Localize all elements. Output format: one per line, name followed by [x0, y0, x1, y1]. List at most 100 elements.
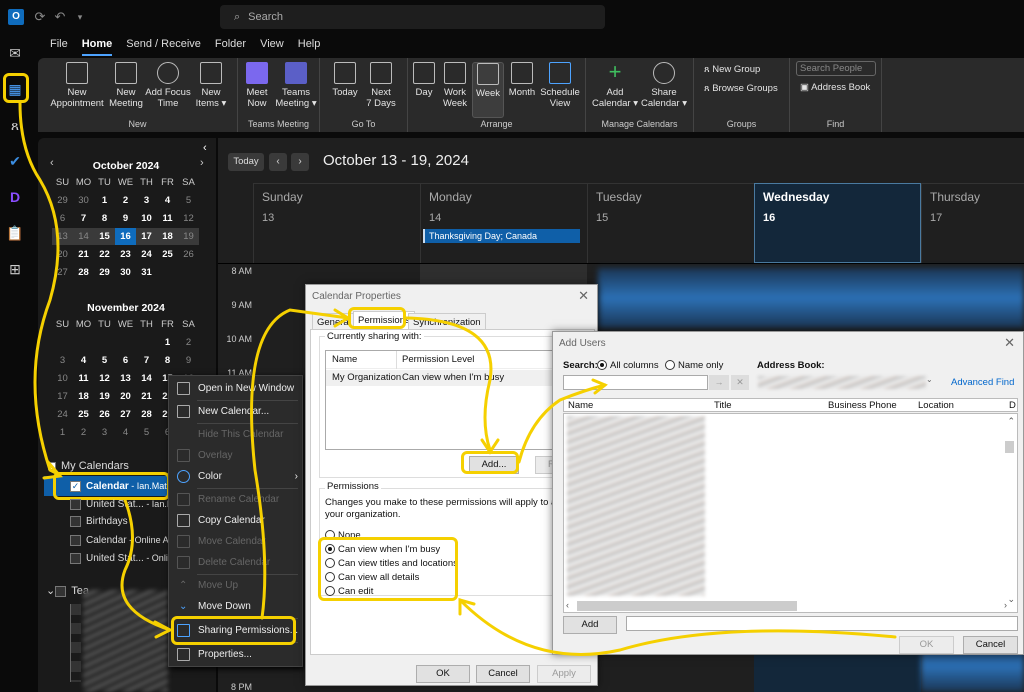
- column-d[interactable]: D: [1009, 400, 1016, 411]
- search-input[interactable]: ⌕ Search: [220, 5, 605, 29]
- add-focus-time-button[interactable]: Add Focus Time: [144, 62, 192, 109]
- minical-day[interactable]: 30: [73, 192, 94, 209]
- minical-day[interactable]: 30: [115, 264, 136, 281]
- minical-day[interactable]: 24: [52, 406, 73, 423]
- minical-day[interactable]: 7: [136, 352, 157, 369]
- day-view-button[interactable]: Day: [410, 62, 438, 98]
- close-icon[interactable]: ✕: [578, 288, 589, 304]
- minical-day[interactable]: 4: [73, 352, 94, 369]
- users-list[interactable]: ⌃ ⌄ ‹ ›: [563, 413, 1018, 613]
- minical-day[interactable]: 23: [115, 246, 136, 263]
- clipboard-icon[interactable]: 📋: [6, 224, 24, 242]
- address-book-select[interactable]: [758, 376, 926, 389]
- minical-day[interactable]: 12: [178, 210, 199, 227]
- clear-icon[interactable]: ✕: [731, 375, 749, 390]
- minical-day[interactable]: 26: [178, 246, 199, 263]
- todo-check-icon[interactable]: ✔: [6, 152, 24, 170]
- radio-name-only[interactable]: Name only: [665, 360, 723, 371]
- new-group-button[interactable]: ጸ New Group: [704, 64, 760, 75]
- calendar-item-us-holidays[interactable]: United Stat... - Ian.M: [70, 495, 174, 513]
- scroll-left-icon[interactable]: ‹: [566, 600, 569, 610]
- minical-day[interactable]: 7: [73, 210, 94, 227]
- new-appointment-button[interactable]: New Appointment: [48, 62, 106, 109]
- today-nav-button[interactable]: Today: [228, 153, 264, 171]
- checkbox[interactable]: [70, 498, 81, 510]
- minical-day[interactable]: 8: [94, 210, 115, 227]
- minical-day[interactable]: 27: [115, 406, 136, 423]
- chevron-down-icon[interactable]: ⌄: [926, 375, 938, 390]
- minical-day[interactable]: 3: [94, 424, 115, 441]
- cancel-button[interactable]: Cancel: [476, 665, 530, 683]
- scroll-down-icon[interactable]: ⌄: [1007, 594, 1015, 605]
- minical-day[interactable]: 19: [94, 388, 115, 405]
- quick-access-dropdown-icon[interactable]: ▾: [72, 9, 88, 25]
- menu-new-calendar[interactable]: New Calendar...: [169, 401, 304, 422]
- checkbox[interactable]: [70, 515, 81, 527]
- minical-day[interactable]: 2: [178, 334, 199, 351]
- minical-day[interactable]: 21: [73, 246, 94, 263]
- minical-day[interactable]: 1: [94, 192, 115, 209]
- minical-day[interactable]: 22: [94, 246, 115, 263]
- scroll-right-icon[interactable]: ›: [1004, 600, 1007, 610]
- close-icon[interactable]: ✕: [1004, 335, 1015, 351]
- minical-day[interactable]: 29: [52, 192, 73, 209]
- minical-day[interactable]: 27: [52, 264, 73, 281]
- tab-view[interactable]: View: [260, 38, 284, 56]
- day-column-sunday[interactable]: Sunday 13: [253, 183, 420, 263]
- meet-now-button[interactable]: Meet Now: [242, 62, 272, 109]
- minical-day[interactable]: 31: [136, 264, 157, 281]
- checkbox[interactable]: [70, 534, 81, 546]
- ok-button[interactable]: OK: [416, 665, 470, 683]
- minical-day[interactable]: 13: [52, 228, 73, 245]
- vertical-scrollbar-thumb[interactable]: [1005, 441, 1014, 453]
- group-checkbox[interactable]: [55, 585, 67, 597]
- tab-home[interactable]: Home: [81, 38, 113, 56]
- minical-day[interactable]: 19: [178, 228, 199, 245]
- loop-app-icon[interactable]: D: [6, 188, 24, 206]
- collapse-pane-icon[interactable]: ‹: [203, 142, 207, 154]
- minical-day[interactable]: 9: [178, 352, 199, 369]
- day-column-tuesday[interactable]: Tuesday 15: [587, 183, 754, 263]
- menu-open-new-window[interactable]: Open in New Window: [169, 378, 304, 399]
- minical-day[interactable]: 3: [136, 192, 157, 209]
- apps-grid-icon[interactable]: ⊞: [6, 260, 24, 278]
- menu-delete-calendar[interactable]: Delete Calendar: [169, 552, 304, 573]
- people-icon[interactable]: ጸ: [6, 116, 24, 134]
- list-row[interactable]: My Organization Can view when I'm busy: [326, 370, 586, 386]
- minical-day[interactable]: 29: [94, 264, 115, 281]
- minical-day[interactable]: 9: [115, 210, 136, 227]
- ok-button[interactable]: OK: [899, 636, 954, 654]
- column-header-name[interactable]: Name: [332, 354, 357, 365]
- column-title[interactable]: Title: [714, 400, 732, 411]
- minical-day[interactable]: 18: [157, 228, 178, 245]
- minical-day[interactable]: 2: [73, 424, 94, 441]
- sync-icon[interactable]: ⟳: [32, 9, 48, 25]
- menu-rename-calendar[interactable]: Rename Calendar: [169, 489, 304, 510]
- address-book-button[interactable]: ▣ Address Book: [800, 82, 870, 93]
- menu-move-up[interactable]: ⌃ Move Up: [169, 575, 304, 596]
- minical-day[interactable]: 6: [115, 352, 136, 369]
- minical-day[interactable]: 4: [115, 424, 136, 441]
- minical-day[interactable]: 20: [52, 246, 73, 263]
- new-items-button[interactable]: New Items ▾: [192, 62, 230, 109]
- scroll-up-icon[interactable]: ⌃: [1007, 416, 1015, 427]
- mail-icon[interactable]: ✉: [6, 44, 24, 62]
- search-users-input[interactable]: [563, 375, 708, 390]
- minical-day[interactable]: 15: [94, 228, 115, 245]
- menu-move-down[interactable]: ⌄ Move Down: [169, 596, 304, 617]
- minical-day[interactable]: 12: [94, 370, 115, 387]
- search-people-input[interactable]: Search People: [796, 61, 876, 76]
- minical-day[interactable]: 4: [157, 192, 178, 209]
- column-location[interactable]: Location: [918, 400, 954, 411]
- minical-day[interactable]: 24: [136, 246, 157, 263]
- minical-day[interactable]: 1: [52, 424, 73, 441]
- column-header-permission[interactable]: Permission Level: [402, 354, 474, 365]
- column-business-phone[interactable]: Business Phone: [828, 400, 897, 411]
- menu-hide-calendar[interactable]: Hide This Calendar: [169, 424, 304, 445]
- column-name[interactable]: Name: [568, 400, 593, 411]
- minical-day[interactable]: 14: [73, 228, 94, 245]
- work-week-view-button[interactable]: Work Week: [440, 62, 470, 109]
- menu-properties[interactable]: Properties...: [169, 644, 304, 665]
- minical-day[interactable]: 25: [157, 246, 178, 263]
- menu-overlay[interactable]: Overlay: [169, 445, 304, 466]
